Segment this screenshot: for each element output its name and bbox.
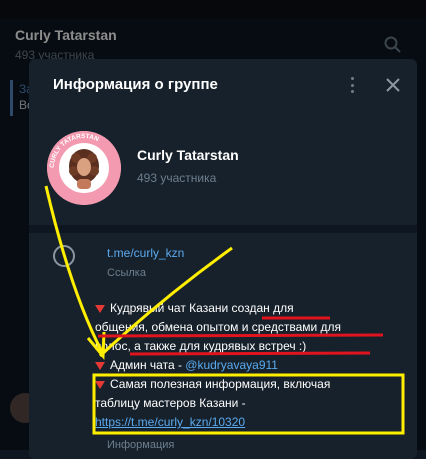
admin-handle-link[interactable]: @kudryavaya911 bbox=[185, 358, 278, 372]
red-triangle-icon bbox=[95, 304, 105, 313]
masters-table-link[interactable]: https://t.me/curly_kzn/10320 bbox=[95, 415, 245, 429]
desc-admin-prefix: Админ чата - bbox=[110, 358, 186, 372]
desc-line-2: общения, обмена опытом и средствами для bbox=[95, 320, 342, 334]
group-avatar[interactable]: CURLY TATARSTAN bbox=[47, 131, 121, 205]
red-triangle-icon bbox=[95, 361, 105, 370]
more-vert-icon[interactable] bbox=[347, 75, 357, 95]
group-name: Curly Tatarstan bbox=[137, 147, 239, 163]
group-info-dialog: Информация о группе CURLY TATARSTAN Curl… bbox=[29, 59, 417, 459]
desc-line-3: волос, а также для кудрявых встреч :) bbox=[95, 339, 307, 353]
group-description: Кудрявый чат Казани создан для общения, … bbox=[95, 299, 395, 432]
red-triangle-icon bbox=[95, 380, 105, 389]
desc-line-5: Самая полезная информация, включая bbox=[110, 377, 331, 391]
close-icon[interactable] bbox=[383, 75, 403, 95]
invite-link[interactable]: t.me/curly_kzn bbox=[107, 246, 184, 260]
section-divider bbox=[29, 225, 417, 233]
desc-line-6: таблицу мастеров Казани - bbox=[95, 396, 246, 410]
link-caption: Ссылка bbox=[107, 267, 146, 279]
member-count[interactable]: 493 участника bbox=[137, 171, 216, 185]
desc-line-1: Кудрявый чат Казани создан для bbox=[110, 301, 294, 315]
description-caption: Информация bbox=[107, 439, 175, 451]
info-icon bbox=[53, 245, 75, 267]
dialog-title: Информация о группе bbox=[53, 76, 218, 93]
